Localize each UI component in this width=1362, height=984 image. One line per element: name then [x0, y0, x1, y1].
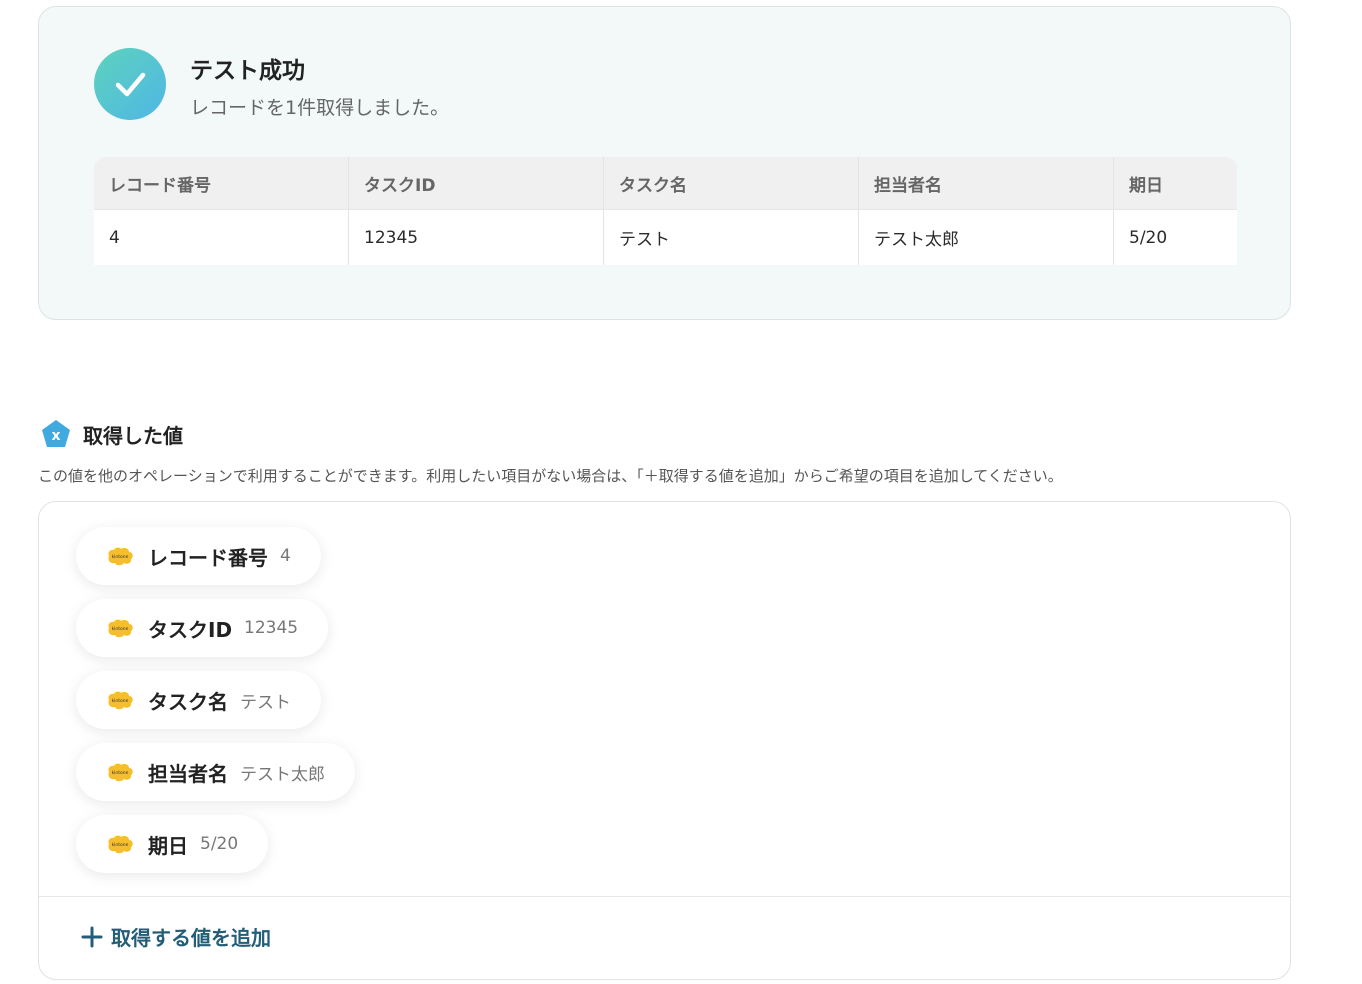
table-header: 担当者名: [859, 157, 1114, 210]
result-message: レコードを1件取得しました。: [190, 97, 450, 119]
svg-text:kintone: kintone: [112, 770, 129, 776]
values-section-title: 取得した値: [83, 423, 183, 448]
table-header: タスク名: [604, 157, 859, 210]
value-chip-value: 4: [280, 546, 291, 566]
table-cell: テスト: [604, 210, 859, 265]
values-section-description: この値を他のオペレーションで利用することができます。利用したい項目がない場合は、…: [38, 467, 1063, 485]
table-header-row: レコード番号 タスクID タスク名 担当者名 期日: [94, 157, 1237, 210]
table-header: タスクID: [349, 157, 604, 210]
result-title: テスト成功: [190, 58, 305, 84]
add-value-button[interactable]: 取得する値を追加: [81, 922, 271, 951]
kintone-logo-icon: kintone: [108, 691, 133, 710]
value-chip-name: 期日: [148, 833, 188, 858]
value-chip-list: kintone レコード番号 4 kintone タスクID 12345 kintone タス…: [76, 527, 355, 887]
svg-text:kintone: kintone: [112, 626, 129, 632]
value-chip-value: 5/20: [200, 834, 239, 854]
value-chip[interactable]: kintone タスク名 テスト: [76, 671, 321, 729]
svg-text:kintone: kintone: [112, 554, 129, 560]
kintone-logo-icon: kintone: [108, 547, 133, 566]
kintone-logo-icon: kintone: [108, 835, 133, 854]
add-value-label: 取得する値を追加: [111, 926, 271, 950]
kintone-logo-icon: kintone: [108, 619, 133, 638]
kintone-logo-icon: kintone: [108, 763, 133, 782]
table-cell: 4: [94, 210, 349, 265]
value-chip-name: レコード番号: [148, 545, 268, 570]
value-chip[interactable]: kintone タスクID 12345: [76, 599, 329, 657]
value-chip-name: 担当者名: [148, 761, 228, 786]
value-chip-value: テスト太郎: [240, 764, 325, 785]
svg-text:kintone: kintone: [112, 842, 129, 848]
success-check-icon: [94, 48, 166, 120]
table-cell: 5/20: [1114, 210, 1237, 265]
value-chip[interactable]: kintone レコード番号 4: [76, 527, 321, 585]
value-chip-value: 12345: [244, 618, 299, 638]
record-table: レコード番号 タスクID タスク名 担当者名 期日 4 12345 テスト テス…: [94, 157, 1237, 265]
table-header: 期日: [1114, 157, 1237, 210]
divider: [39, 896, 1290, 897]
values-section-header: x 取得した値: [40, 418, 183, 450]
svg-text:kintone: kintone: [112, 698, 129, 704]
acquired-values-panel: kintone レコード番号 4 kintone タスクID 12345 kintone タス…: [38, 501, 1291, 980]
svg-text:x: x: [51, 428, 60, 444]
value-chip[interactable]: kintone 期日 5/20: [76, 815, 269, 873]
table-header: レコード番号: [94, 157, 349, 210]
variable-icon: x: [42, 420, 70, 447]
table-cell: テスト太郎: [859, 210, 1114, 265]
plus-icon: [81, 926, 103, 947]
value-chip[interactable]: kintone 担当者名 テスト太郎: [76, 743, 355, 801]
value-chip-name: タスク名: [148, 689, 228, 714]
value-chip-name: タスクID: [148, 617, 233, 642]
test-result-panel: テスト成功 レコードを1件取得しました。 レコード番号 タスクID タスク名 担…: [38, 6, 1291, 320]
value-chip-value: テスト: [240, 692, 291, 713]
table-cell: 12345: [349, 210, 604, 265]
table-row: 4 12345 テスト テスト太郎 5/20: [94, 210, 1237, 265]
